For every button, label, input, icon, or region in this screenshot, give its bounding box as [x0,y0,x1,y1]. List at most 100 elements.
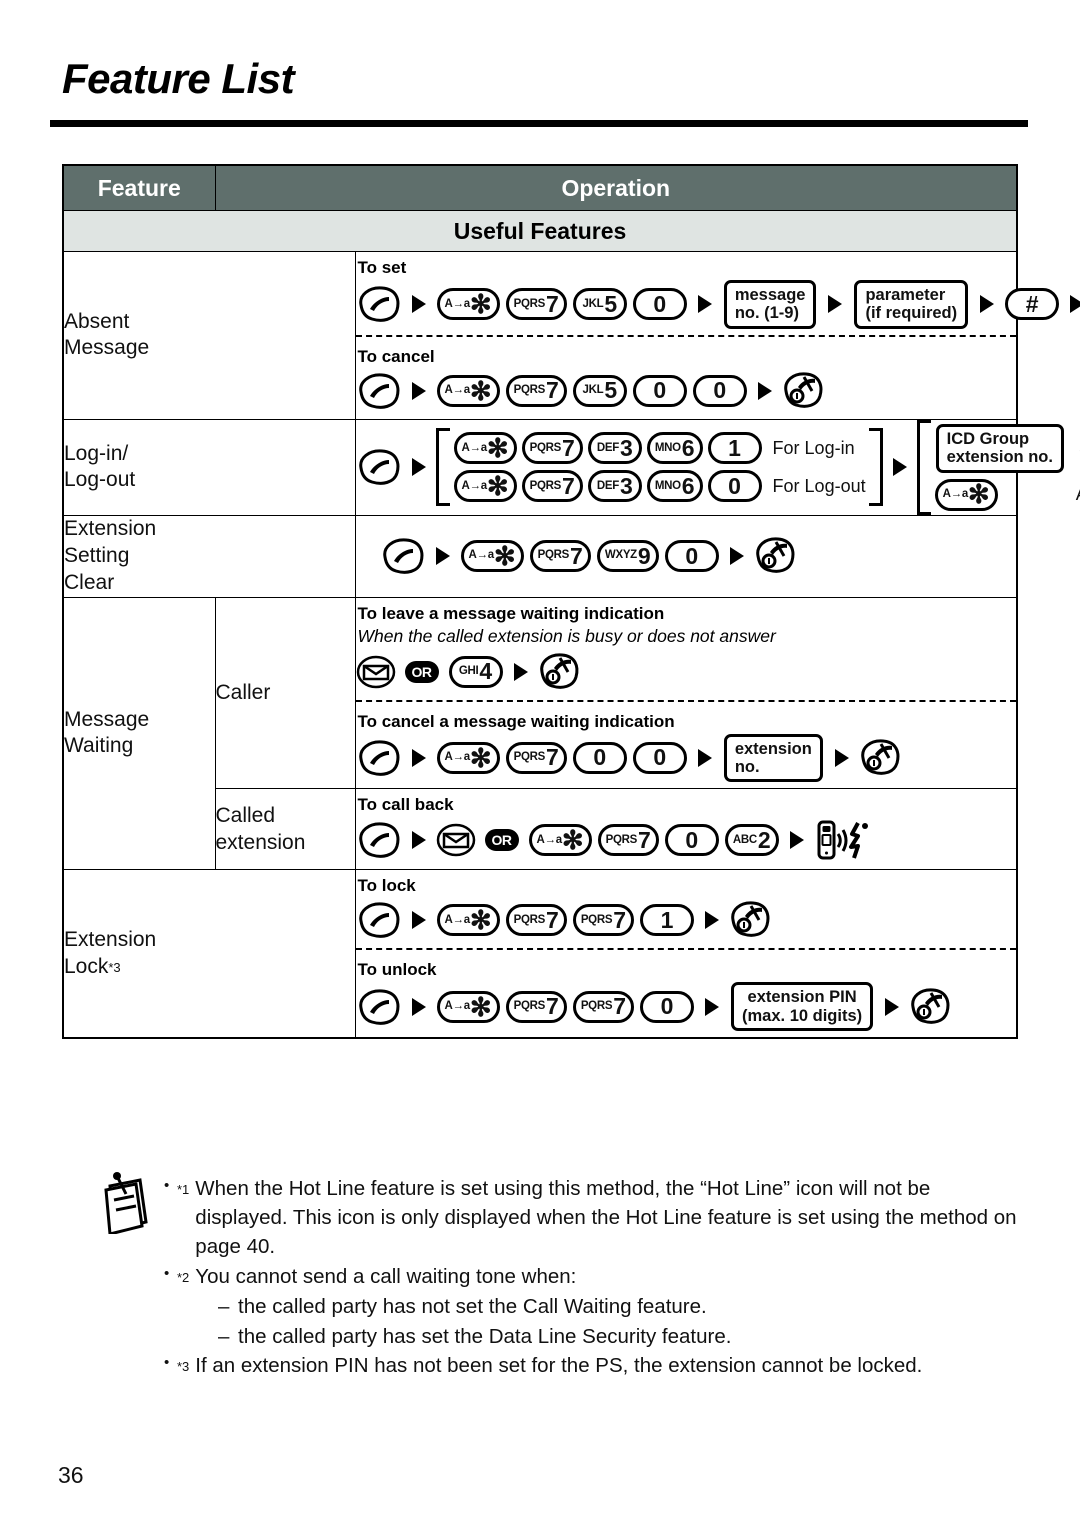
dash-icon: – [218,1324,230,1348]
talk-button-icon [358,286,399,323]
block-title: To cancel [357,346,435,366]
arrow-icon [411,748,426,767]
block-call-back: To call back OR A→a ✻ PQRS 7 0 ABC 2 [356,789,1017,869]
key-0: 0 [692,374,747,407]
block-cancel-mwi: To cancel a message waiting indication A… [355,699,1017,789]
talk-button-icon [358,822,399,859]
key-7: PQRS 7 [505,904,567,937]
arrow-icon [411,911,426,930]
key-0: 0 [632,741,687,774]
bullet-icon: • [164,1265,170,1283]
block-to-cancel: To cancel A→a ✻ PQRS 7 JKL 5 0 0 [355,334,1016,419]
block-leave-mwi: To leave a message waiting indication Wh… [356,598,1017,700]
arrow-icon [828,295,843,314]
section-title-row: Useful Features [62,210,1018,252]
key-sequence: OR A→a ✻ PQRS 7 0 ABC 2 [356,817,1017,863]
key-sequence: A→a ✻ PQRS 7 PQRS 7 0 extension PIN (max. 1… [356,982,1017,1032]
table-row-message-waiting-caller: Message Waiting Caller To leave a messag… [62,596,1018,871]
bullet-icon: • [164,1177,170,1194]
feature-table: Feature Operation Useful Features Absent… [62,164,1080,1040]
key-1: 1 [640,904,695,937]
table-row-absent-message: Absent Message To set A→a ✻ PQRS 7 JKL 5 0 [62,251,1080,420]
footnote-ref: *3 [108,959,121,975]
feature-label-extension-setting-clear: Extension Setting Clear [62,514,356,598]
or-badge: OR [484,829,519,852]
key-star: A→a ✻ [453,470,517,503]
key-0: 0 [707,470,762,503]
box-parameter: parameter (if required) [854,280,969,329]
block-title: To unlock [357,960,437,980]
key-star: A→a ✻ [528,824,592,857]
envelope-icon [356,655,395,688]
table-header-row: Feature Operation [62,164,1018,211]
arrow-icon [411,458,426,477]
subfeature-label-called-extension: Called extension [214,788,356,871]
talking-handset-icon [817,820,868,860]
key-7: PQRS 7 [597,824,659,857]
footnote-subtext: the called party has set the Data Line S… [238,1324,732,1348]
talk-button-icon [358,989,399,1025]
operation-message-waiting-caller: To leave a message waiting indication Wh… [354,596,1018,790]
block-title: To leave a message waiting indication [357,603,665,623]
box-message-no: message no. (1-9) [723,280,817,329]
feature-label-absent-message: Absent Message [62,251,356,420]
key-star: A→a ✻ [436,741,500,774]
or-badge: OR [404,660,439,683]
footnote-mark: *2 [177,1270,190,1286]
key-sequence: A→a ✻ PQRS 7 0 0 extension no. [356,733,1017,783]
footnote-subtext: the called party has not set the Call Wa… [238,1295,707,1319]
footnote-subitem: – the called party has not set the Call … [218,1292,1026,1321]
footnote-text: You cannot send a call waiting tone when… [195,1265,577,1289]
hangup-button-icon [756,537,795,573]
box-extension-no: extension no. [723,733,823,783]
key-0: 0 [632,374,687,407]
operation-login-logout: A→a ✻ PQRS 7 DEF 3 MNO 6 1 For Log-in A→a ✻ P… [354,418,1080,516]
block-to-lock: To lock A→a ✻ PQRS 7 PQRS 7 1 [356,870,1017,948]
key-6: MNO 6 [646,470,703,503]
key-3: DEF 3 [587,432,642,465]
key-7: PQRS 7 [572,990,635,1023]
subfeature-label-caller: Caller [214,596,356,790]
page-title-wrap: Feature List [62,58,1018,100]
block-to-set: To set A→a ✻ PQRS 7 JKL 5 0 message no. (1-… [356,252,1080,335]
arrow-icon [411,831,426,850]
hangup-button-icon [784,372,823,408]
key-7: PQRS 7 [505,990,567,1023]
hangup-button-icon [731,901,770,938]
feature-label-login-logout: Log-in/ Log-out [62,418,356,516]
arrow-icon [705,911,720,930]
operation-extension-setting-clear: A→a ✻ PQRS 7 WXYZ 9 0 [354,514,1018,598]
bracket-row-all: A→a✻ All [934,478,1080,511]
arrow-icon [705,997,720,1016]
footnote-text: If an extension PIN has not been set for… [195,1353,923,1377]
key-star: A→a ✻ [436,374,500,407]
arrow-icon [892,458,907,477]
arrow-icon [697,295,712,314]
arrow-icon [729,547,744,566]
arrow-icon [435,547,450,566]
key-4: GHI 4 [448,655,503,688]
manual-page: Feature List Feature Operation Useful Fe… [0,0,1080,1529]
key-star: A→a ✻ [453,432,517,465]
arrow-icon [1070,295,1080,314]
key-sequence: A→a ✻ PQRS 7 PQRS 7 1 [356,898,1017,942]
hangup-button-icon [911,988,950,1024]
label-for-logout: For Log-out [772,475,866,496]
column-header-operation: Operation [214,164,1018,211]
arrow-icon [411,295,426,314]
talk-button-icon [358,449,399,486]
block-title: To cancel a message waiting indication [357,711,675,731]
footnote-mark: *1 [177,1182,190,1197]
bracket-left [435,428,450,507]
box-icd-group: ICD Group extension no. [935,423,1064,473]
block-title: To call back [357,795,454,815]
block-to-unlock: To unlock A→a ✻ PQRS 7 PQRS 7 0 extension P… [355,948,1017,1037]
hangup-button-icon [861,739,900,775]
bracket-group-login-codes: A→a ✻ PQRS 7 DEF 3 MNO 6 1 For Log-in A→a ✻ P… [435,428,883,507]
bracket-right [868,428,883,507]
key-7: PQRS 7 [505,374,567,407]
arrow-icon [885,997,900,1016]
title-rule [50,120,1028,127]
key-6: MNO 6 [646,432,703,465]
arrow-icon [411,997,426,1016]
